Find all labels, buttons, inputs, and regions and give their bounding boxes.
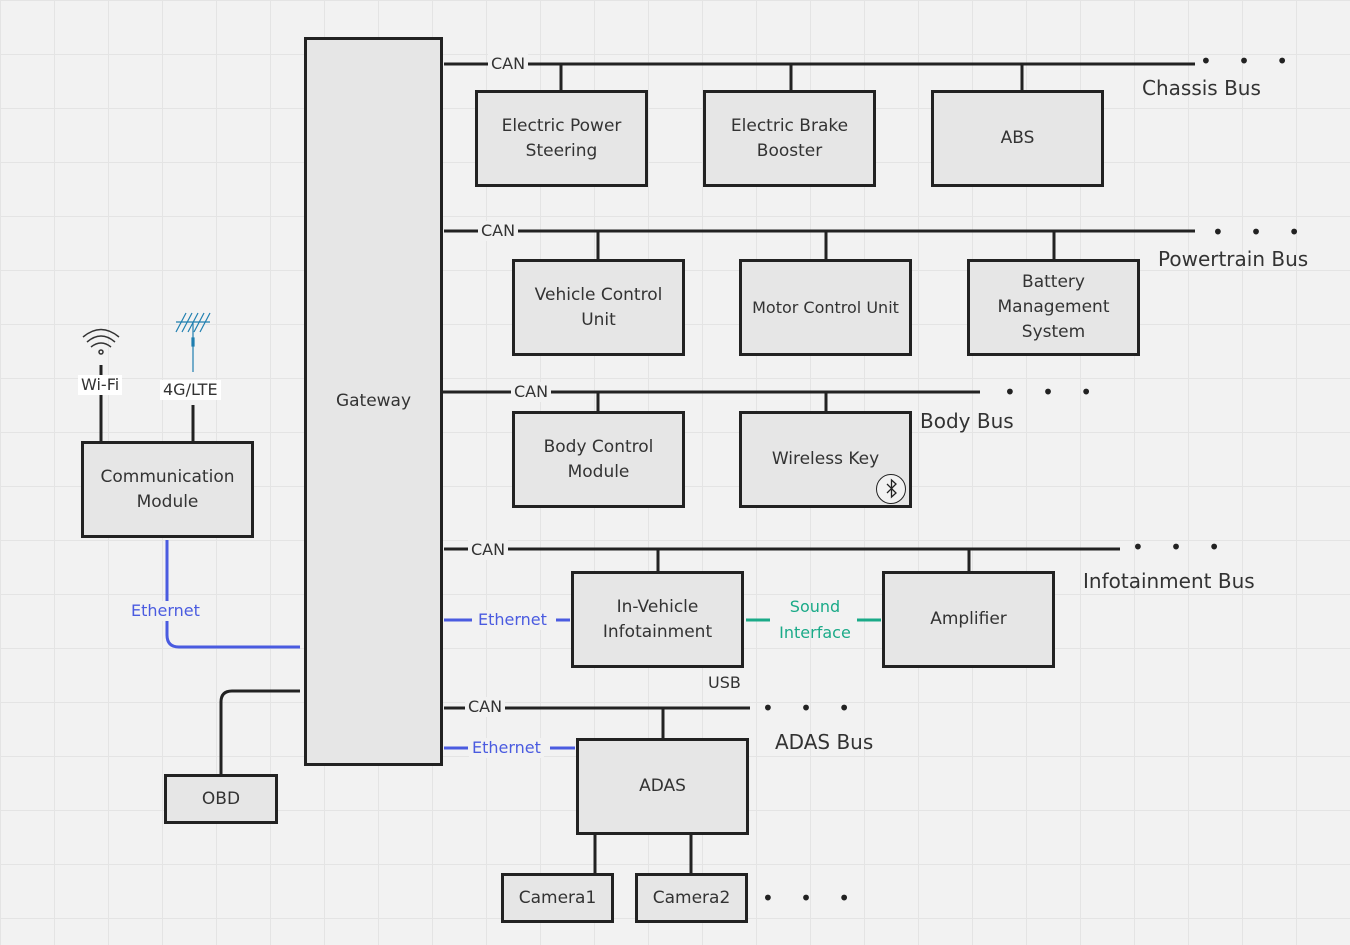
camera1-box[interactable]: Camera1 [501,873,614,923]
infotainment-can-label: CAN [468,540,509,560]
chassis-ellipsis: • • • [1200,49,1299,73]
wireless-key-label: Wireless Key [771,449,880,469]
chassis-can-label: CAN [488,54,529,74]
eps-box[interactable]: Electric Power Steering [475,90,648,187]
powertrain-can-label: CAN [478,221,519,241]
amplifier-box[interactable]: Amplifier [882,571,1055,668]
body-can-label: CAN [511,382,552,402]
comm-module-label: Communication Module [100,466,235,512]
ebb-box[interactable]: Electric Brake Booster [703,90,876,187]
obd-box[interactable]: OBD [164,774,278,824]
eps-label: Electric Power Steering [501,115,622,161]
ivi-label: In-Vehicle Infotainment [602,596,713,642]
body-bus-label: Body Bus [920,409,1014,433]
wifi-icon [82,328,120,355]
wifi-label: Wi-Fi [78,375,123,395]
mcu-box[interactable]: Motor Control Unit [739,259,912,356]
adas-box[interactable]: ADAS [576,738,749,835]
powertrain-bus-label: Powertrain Bus [1158,247,1309,271]
obd-line [219,689,300,775]
camera2-box[interactable]: Camera2 [635,873,748,923]
bcm-label: Body Control Module [543,436,654,482]
usb-label: USB [708,673,741,692]
mcu-label: Motor Control Unit [752,298,899,317]
obd-label: OBD [201,788,241,809]
sound-interface-label: Sound Interface [779,597,851,642]
amplifier-label: Amplifier [930,609,1007,629]
adas-can-label: CAN [465,697,506,717]
body-ellipsis: • • • [1004,380,1103,404]
vcu-label: Vehicle Control Unit [534,284,663,330]
comm-ethernet-line [165,540,300,649]
infotainment-ellipsis: • • • [1132,535,1231,559]
gateway-label: Gateway [335,391,412,411]
powertrain-ellipsis: • • • [1212,220,1311,244]
abs-box[interactable]: ABS [931,90,1104,187]
bcm-box[interactable]: Body Control Module [512,411,685,508]
gateway-box[interactable]: Gateway [304,37,443,766]
camera2-label: Camera2 [652,887,731,908]
bms-label: Battery Management System [997,272,1110,342]
comm-module-box[interactable]: Communication Module [81,441,254,538]
vcu-box[interactable]: Vehicle Control Unit [512,259,685,356]
adas-label: ADAS [639,776,686,796]
chassis-bus-label: Chassis Bus [1142,76,1261,100]
bluetooth-icon [876,474,906,504]
camera-ellipsis: • • • [762,886,861,910]
antenna-icon [175,312,211,372]
abs-label: ABS [1000,128,1035,148]
bms-box[interactable]: Battery Management System [967,259,1140,356]
adas-ellipsis: • • • [762,696,861,720]
lte-label: 4G/LTE [160,380,221,400]
ebb-label: Electric Brake Booster [730,115,849,161]
ivi-ethernet-label: Ethernet [475,610,550,630]
camera1-label: Camera1 [518,887,597,908]
comm-ethernet-label: Ethernet [128,601,203,621]
adas-ethernet-label: Ethernet [469,738,544,758]
ivi-box[interactable]: In-Vehicle Infotainment [571,571,744,668]
infotainment-bus-label: Infotainment Bus [1083,569,1255,593]
wireless-key-box[interactable]: Wireless Key [739,411,912,508]
adas-bus-label: ADAS Bus [775,730,874,754]
